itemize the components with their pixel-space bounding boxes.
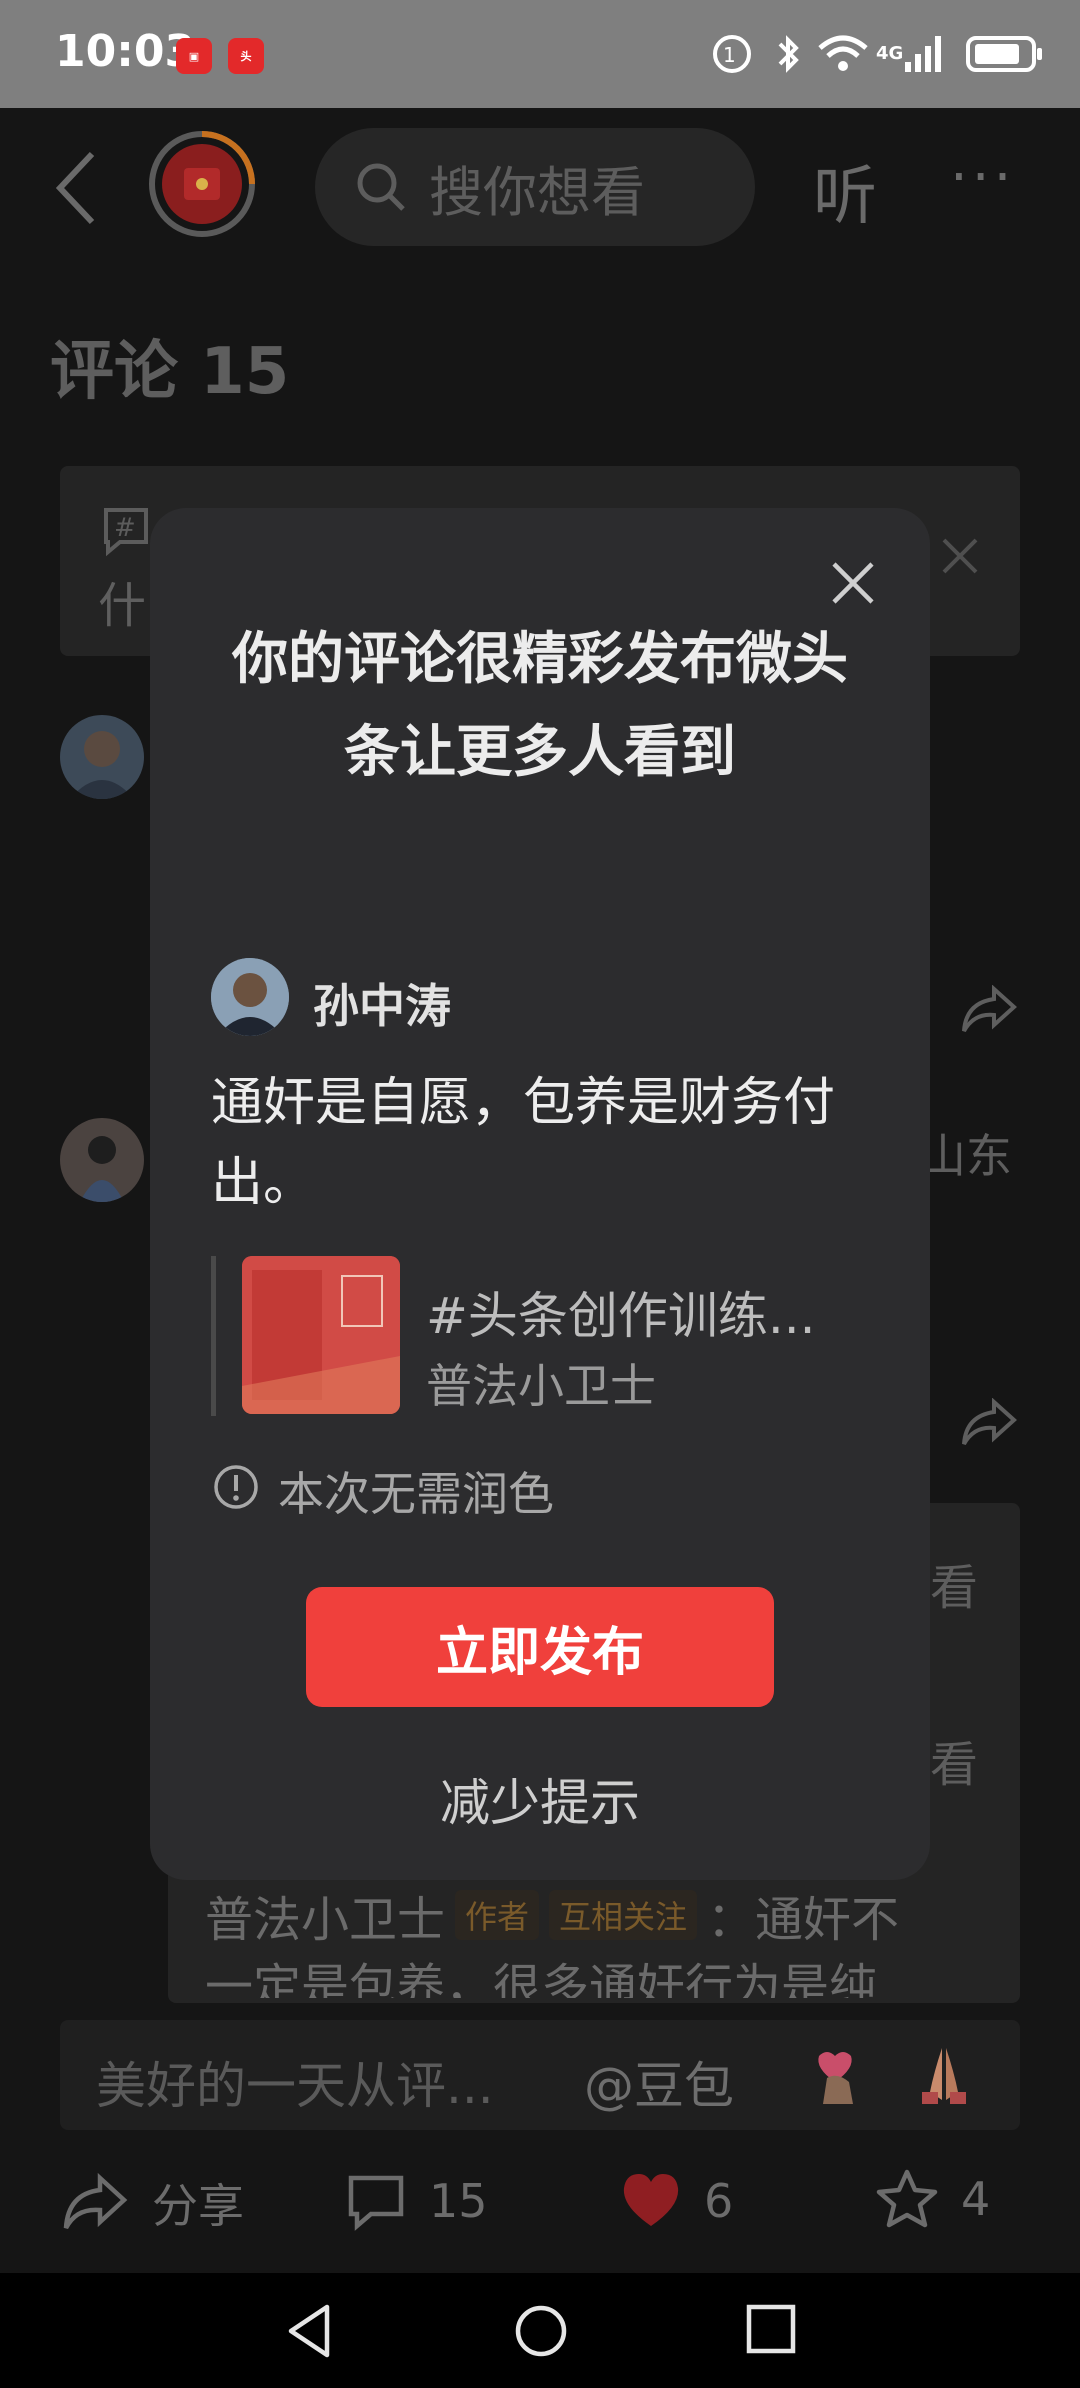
topic-hash-icon: # <box>104 508 148 557</box>
reply-line: 普法小卫士 作者 互相关注 ：通奸不 <box>205 1885 899 1948</box>
nav-back-icon[interactable] <box>285 2303 335 2359</box>
svg-text:1: 1 <box>723 43 736 67</box>
like-count: 6 <box>704 2174 734 2228</box>
article-author: 普法小卫士 <box>426 1359 656 1413</box>
back-icon[interactable] <box>52 148 102 228</box>
huawei-app-icon: ▣ <box>176 38 212 74</box>
avatar[interactable] <box>60 1118 144 1202</box>
share-icon <box>63 2172 128 2230</box>
bottom-action-bar: 分享 15 6 4 <box>0 2140 1080 2270</box>
reply-see-more[interactable]: 看 <box>930 1725 978 1795</box>
share-label: 分享 <box>152 2179 244 2233</box>
user-name: 孙中涛 <box>313 979 451 1033</box>
share-action[interactable]: 分享 <box>60 2170 244 2236</box>
listen-button[interactable]: 听 <box>813 145 877 237</box>
comment-text: 通奸是自愿，包养是财务付出。 <box>211 1073 836 1213</box>
bluetooth-icon <box>778 35 799 73</box>
mention-doubao-button[interactable]: @豆包 <box>584 2046 734 2118</box>
search-input[interactable]: 搜你想看 <box>315 128 755 246</box>
status-time: 10:03 <box>55 26 196 77</box>
heart-hand-emoji-icon[interactable] <box>805 2042 869 2106</box>
star-icon <box>876 2169 938 2228</box>
more-menu-button[interactable]: ··· <box>950 145 1015 210</box>
reply-text: ：通奸不 <box>707 1892 900 1948</box>
author-tag: 作者 <box>455 1890 540 1940</box>
heart-icon <box>623 2174 679 2226</box>
nav-recents-icon[interactable] <box>745 2303 797 2355</box>
avatar[interactable] <box>60 715 144 799</box>
dialog-title: 你的评论很精彩发布微头条让更多人看到 <box>232 627 848 785</box>
info-icon <box>214 1465 258 1509</box>
polish-notice: 本次无需润色 <box>278 1467 554 1521</box>
search-placeholder: 搜你想看 <box>429 160 645 224</box>
reply-text: 一定是包养，很多通奸行为是纯 <box>205 1959 878 1998</box>
comments-title: 评论 15 <box>50 335 290 409</box>
pray-emoji-icon[interactable] <box>912 2042 976 2106</box>
close-icon[interactable] <box>830 560 876 606</box>
reduce-prompts-button[interactable]: 减少提示 <box>150 1763 930 1835</box>
signal-icon <box>905 36 942 72</box>
comment-action[interactable]: 15 <box>345 2170 488 2232</box>
reply-author[interactable]: 普法小卫士 <box>205 1880 445 1950</box>
user-avatar <box>211 958 289 1036</box>
comment-region: 山东 <box>920 1129 1012 1183</box>
like-action[interactable]: 6 <box>620 2172 733 2230</box>
share-icon[interactable] <box>960 1398 1018 1448</box>
favorite-action[interactable]: 4 <box>875 2168 990 2230</box>
publish-now-button[interactable]: 立即发布 <box>306 1587 774 1707</box>
red-packet-icon[interactable] <box>148 130 256 238</box>
battery-icon <box>966 36 1043 72</box>
quote-divider <box>211 1256 216 1416</box>
share-icon[interactable] <box>960 985 1018 1035</box>
wifi-icon <box>818 35 868 71</box>
comment-icon <box>348 2175 404 2231</box>
comment-input-placeholder[interactable]: 美好的一天从评... <box>96 2046 494 2118</box>
nav-home-icon[interactable] <box>513 2303 569 2359</box>
hd-call-icon: 1 <box>713 35 751 73</box>
favorite-count: 4 <box>961 2172 991 2226</box>
status-icons: 1 4G <box>710 30 1045 78</box>
comment-input-bar[interactable]: 美好的一天从评... @豆包 <box>60 2020 1020 2130</box>
topic-hint-text: 什 <box>98 578 147 634</box>
comment-count: 15 <box>429 2174 488 2228</box>
mutual-follow-tag: 互相关注 <box>549 1890 698 1940</box>
article-thumbnail <box>242 1256 400 1414</box>
article-title: #头条创作训练... <box>426 1287 816 1345</box>
toutiao-app-icon: 头 <box>228 38 264 74</box>
system-navigation-bar <box>0 2273 1080 2388</box>
publish-suggestion-dialog: 你的评论很精彩发布微头条让更多人看到 孙中涛 通奸是自愿，包养是财务付出。 #头… <box>150 508 930 1880</box>
close-icon[interactable] <box>940 536 980 576</box>
reply-see-more[interactable]: 看 <box>930 1548 978 1618</box>
search-icon <box>357 163 405 211</box>
svg-text:#: # <box>114 513 136 543</box>
network-type: 4G <box>876 43 904 64</box>
status-bar: 10:03 ▣ 头 1 4G <box>0 0 1080 108</box>
